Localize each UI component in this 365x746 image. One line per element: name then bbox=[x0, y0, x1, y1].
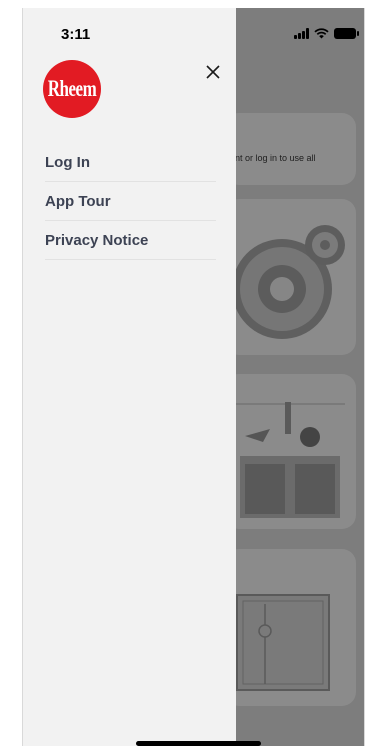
bg-prompt-text: nt or log in to use all bbox=[235, 153, 316, 163]
side-drawer: Rheem Log In App Tour Privacy Notice bbox=[23, 8, 236, 746]
ac-unit-illustration bbox=[235, 402, 345, 518]
signal-icon bbox=[294, 28, 309, 39]
phone-screen: nt or log in to use all 3:11 Rheem Log I… bbox=[22, 8, 365, 746]
bg-water-heater-card[interactable] bbox=[225, 549, 356, 706]
menu-item-app-tour[interactable]: App Tour bbox=[45, 182, 216, 221]
wifi-icon bbox=[314, 28, 329, 39]
home-indicator[interactable] bbox=[136, 741, 261, 746]
status-time: 3:11 bbox=[61, 26, 91, 43]
water-heater-illustration bbox=[236, 594, 330, 691]
drawer-menu: Log In App Tour Privacy Notice bbox=[45, 143, 216, 260]
rheem-logo: Rheem bbox=[43, 60, 101, 118]
close-icon bbox=[206, 65, 220, 79]
gears-illustration bbox=[232, 225, 345, 339]
rheem-logo-text: Rheem bbox=[47, 75, 97, 102]
bg-gears-card[interactable] bbox=[225, 199, 356, 355]
battery-icon bbox=[334, 28, 359, 39]
status-icons bbox=[294, 28, 359, 39]
close-drawer-button[interactable] bbox=[201, 60, 225, 84]
status-bar: 3:11 bbox=[23, 8, 364, 52]
menu-item-privacy-notice[interactable]: Privacy Notice bbox=[45, 221, 216, 260]
menu-item-log-in[interactable]: Log In bbox=[45, 143, 216, 182]
bg-ac-unit-card[interactable] bbox=[225, 374, 356, 529]
bg-prompt-card bbox=[225, 113, 356, 185]
